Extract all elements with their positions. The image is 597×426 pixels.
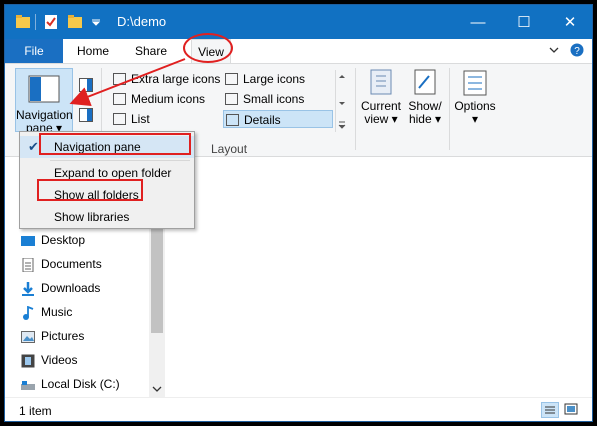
show-hide-icon [411, 68, 439, 100]
minimize-button[interactable]: — [455, 5, 501, 39]
nav-item-videos[interactable]: Videos [21, 349, 77, 371]
nav-item-downloads[interactable]: Downloads [22, 277, 100, 299]
layout-list[interactable]: List [111, 110, 221, 128]
nav-item-documents[interactable]: Documents [22, 253, 102, 275]
layout-gallery: Extra large icons Large icons Medium ico… [109, 70, 349, 132]
documents-icon [21, 257, 35, 273]
navigation-pane-button[interactable]: Navigation pane ▾ [15, 68, 73, 135]
tab-share[interactable]: Share [129, 39, 173, 63]
menu-item-show-libraries[interactable]: Show libraries [20, 206, 194, 228]
navigation-pane-highlight [39, 133, 191, 155]
large-icons-view-icon[interactable] [563, 402, 581, 418]
videos-icon [21, 353, 35, 368]
file-list-area[interactable] [165, 157, 592, 397]
status-bar: 1 item [5, 397, 592, 421]
options-icon [461, 68, 489, 100]
drive-icon [21, 377, 35, 391]
nav-item-desktop[interactable]: Desktop [21, 229, 85, 251]
scroll-down-icon[interactable] [152, 385, 162, 393]
view-tab-highlight [183, 33, 233, 63]
nav-item-local-disk[interactable]: Local Disk (C:) [21, 373, 120, 395]
details-view-icon[interactable] [541, 402, 559, 418]
menu-separator [50, 160, 190, 161]
folder-icon [13, 11, 33, 33]
layout-extra-large-icons[interactable]: Extra large icons [111, 70, 221, 88]
details-pane-icon[interactable] [79, 108, 93, 122]
tab-home[interactable]: Home [71, 39, 115, 63]
layout-group-label: Layout [211, 142, 248, 156]
layout-gallery-scroll[interactable] [335, 70, 348, 132]
help-icon[interactable]: ? [570, 43, 584, 60]
current-view-button[interactable]: Current view ▾ [357, 68, 405, 134]
music-icon [21, 305, 35, 320]
item-count: 1 item [19, 404, 52, 418]
title-separator [35, 14, 36, 30]
ribbon-tabs: File Home Share View ? [5, 39, 592, 64]
show-all-folders-highlight [37, 179, 143, 201]
show-hide-button[interactable]: Show/ hide ▾ [405, 68, 445, 134]
maximize-button[interactable]: ☐ [501, 5, 547, 39]
layout-medium-icons[interactable]: Medium icons [111, 90, 221, 108]
minimize-ribbon-icon[interactable] [548, 44, 560, 59]
svg-text:?: ? [574, 46, 580, 57]
downloads-icon [21, 281, 35, 296]
ribbon-separator [355, 68, 356, 150]
desktop-icon [21, 233, 35, 247]
properties-icon[interactable] [41, 11, 61, 33]
tab-file[interactable]: File [5, 39, 63, 63]
pictures-icon [21, 329, 35, 343]
preview-pane-icon[interactable] [79, 78, 93, 92]
layout-details[interactable]: Details [223, 110, 333, 128]
layout-small-icons[interactable]: Small icons [223, 90, 333, 108]
layout-large-icons[interactable]: Large icons [223, 70, 333, 88]
window-title: D:\demo [117, 14, 167, 29]
options-button[interactable]: Options ▾ [451, 68, 499, 134]
explorer-window: D:\demo — ☐ ✕ File Home Share View ? Nav… [4, 4, 593, 422]
current-view-icon [367, 68, 395, 100]
nav-item-music[interactable]: Music [23, 301, 72, 323]
new-folder-icon[interactable] [65, 11, 85, 33]
customize-toolbar-icon[interactable] [89, 11, 103, 33]
navigation-pane-icon [28, 75, 60, 103]
nav-item-pictures[interactable]: Pictures [21, 325, 84, 347]
ribbon-separator [449, 68, 450, 150]
title-bar: D:\demo — ☐ ✕ [5, 5, 592, 39]
close-button[interactable]: ✕ [547, 5, 592, 39]
checkmark-icon: ✔ [28, 139, 39, 154]
